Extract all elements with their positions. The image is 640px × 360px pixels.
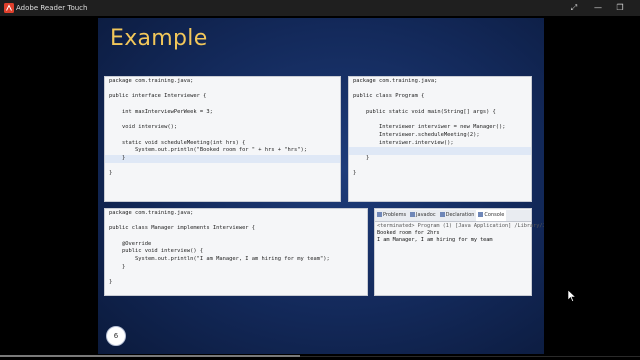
left-margin (0, 18, 98, 354)
code-line: } (353, 170, 357, 177)
code-line: public static void main(String[] args) { (353, 108, 496, 115)
app-title: Adobe Reader Touch (16, 4, 88, 12)
expand-button[interactable]: ⤢ (562, 0, 586, 16)
tab-label: Declaration (445, 212, 475, 218)
javadoc-icon (410, 212, 416, 217)
tab-label: Problems (383, 212, 407, 218)
code-line: public class Program { (353, 93, 425, 100)
code-line: System.out.println("I am Manager, I am h… (109, 256, 330, 263)
code-line-highlighted: } (105, 154, 340, 163)
code-line: interviwer.interview(); (353, 139, 454, 146)
tab-javadoc[interactable]: Javadoc (408, 210, 438, 221)
code-line: package com.training.java; (109, 78, 194, 84)
code-panel-manager: package com.training.java; public class … (104, 208, 368, 296)
code-line: public class Manager implements Intervie… (109, 225, 256, 232)
tab-console[interactable]: Console (476, 210, 507, 221)
code-line: } (109, 170, 113, 177)
declaration-icon (439, 212, 445, 217)
code-line: } (353, 154, 370, 161)
tab-declaration[interactable]: Declaration (438, 210, 477, 221)
right-margin (544, 18, 640, 354)
code-line: public void interview() { (109, 248, 204, 255)
slide: Example package com.training.java; publi… (98, 18, 544, 354)
minimize-button[interactable]: — (586, 0, 610, 16)
tab-label: Console (484, 212, 505, 218)
mouse-cursor-icon (568, 290, 576, 302)
code-line: @Override (109, 240, 152, 247)
code-line: public interface Interviewer { (109, 93, 207, 100)
console-panel: Problems Javadoc Declaration Console <termi… (374, 208, 544, 296)
adobe-reader-icon (4, 3, 14, 13)
problems-icon (377, 212, 382, 217)
page-number-badge: 6 (106, 326, 126, 346)
code-line: int maxInterviewPerWeek = 3; (109, 108, 213, 115)
code-line: static void scheduleMeeting(int hrs) { (109, 139, 246, 146)
code-line: package com.training.java; (109, 210, 194, 216)
restore-button[interactable]: ❐ (608, 0, 632, 16)
console-line: <terminated> Program (1) [Java Applicati… (377, 223, 544, 229)
code-line: } (109, 263, 126, 270)
tab-problems[interactable]: Problems (375, 210, 408, 221)
code-panel-program: package com.training.java; public class … (348, 76, 532, 202)
code-line-highlighted (349, 147, 531, 155)
code-line: System.out.println("Booked room for " + … (109, 147, 307, 154)
code-panel-interviewer: package com.training.java; public interf… (104, 76, 341, 202)
console-line: I am Manager, I am hiring for my team (377, 237, 493, 244)
console-icon (478, 212, 484, 217)
code-line: package com.training.java; (353, 78, 438, 84)
code-line: Interviewer interviwer = new Manager(); (353, 124, 506, 131)
scrollbar-thumb[interactable] (0, 355, 300, 357)
slide-title: Example (110, 26, 208, 51)
code-line: Interviewer.scheduleMeeting(2); (353, 131, 480, 138)
tab-label: Javadoc (416, 212, 436, 218)
console-output: <terminated> Program (1) [Java Applicati… (375, 222, 544, 245)
code-line: } (109, 279, 113, 286)
code-line: void interview(); (109, 124, 178, 131)
window-titlebar: Adobe Reader Touch ⤢ — ❐ (0, 0, 640, 16)
console-line: Booked room for 2hrs (377, 230, 440, 237)
console-tab-bar: Problems Javadoc Declaration Console (375, 210, 531, 222)
